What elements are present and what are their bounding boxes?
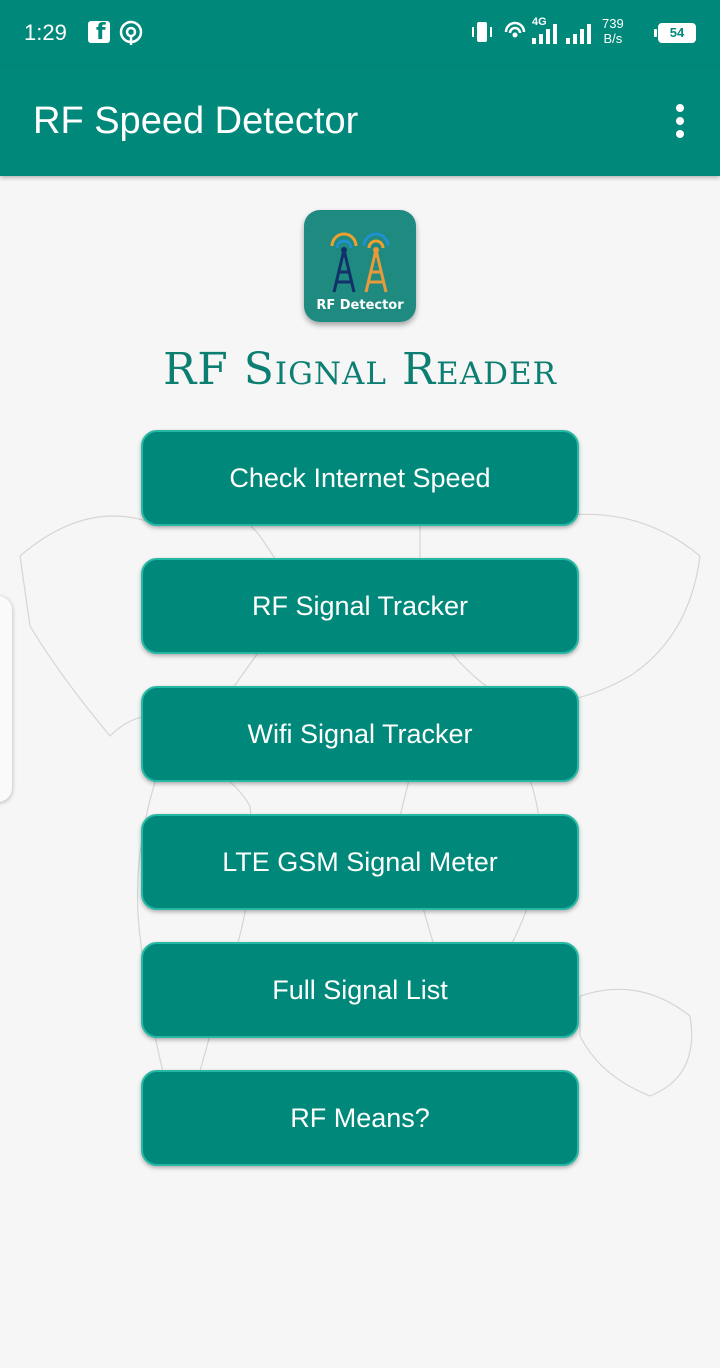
side-drawer-handle[interactable]	[0, 596, 12, 802]
check-internet-speed-button[interactable]: Check Internet Speed	[141, 430, 579, 526]
page-heading: RF Signal Reader	[163, 344, 557, 395]
app-bar: RF Speed Detector	[0, 66, 720, 176]
hotspot-icon	[119, 20, 143, 45]
network-speed: 739 B/s	[602, 16, 624, 46]
vibrate-icon	[472, 22, 492, 42]
rf-means-button[interactable]: RF Means?	[141, 1070, 579, 1166]
full-signal-list-button[interactable]: Full Signal List	[141, 942, 579, 1038]
logo-label: RF Detector	[316, 298, 404, 313]
app-logo: RF Detector	[304, 210, 416, 322]
rf-signal-tracker-button[interactable]: RF Signal Tracker	[141, 558, 579, 654]
wifi-call-icon	[504, 21, 526, 38]
status-bar: 1:29 4G 739 B/	[0, 0, 720, 66]
more-vert-icon[interactable]	[676, 104, 684, 138]
facebook-icon	[88, 20, 110, 45]
wifi-signal-tracker-button[interactable]: Wifi Signal Tracker	[141, 686, 579, 782]
battery-icon: 54	[654, 23, 696, 43]
lte-gsm-signal-meter-button[interactable]: LTE GSM Signal Meter	[141, 814, 579, 910]
signal-icon-2	[566, 24, 591, 44]
status-time: 1:29	[24, 20, 67, 45]
signal-icon	[532, 24, 557, 44]
main-content: RF Detector RF Signal Reader Check Inter…	[0, 176, 720, 1368]
app-title: RF Speed Detector	[33, 100, 359, 142]
